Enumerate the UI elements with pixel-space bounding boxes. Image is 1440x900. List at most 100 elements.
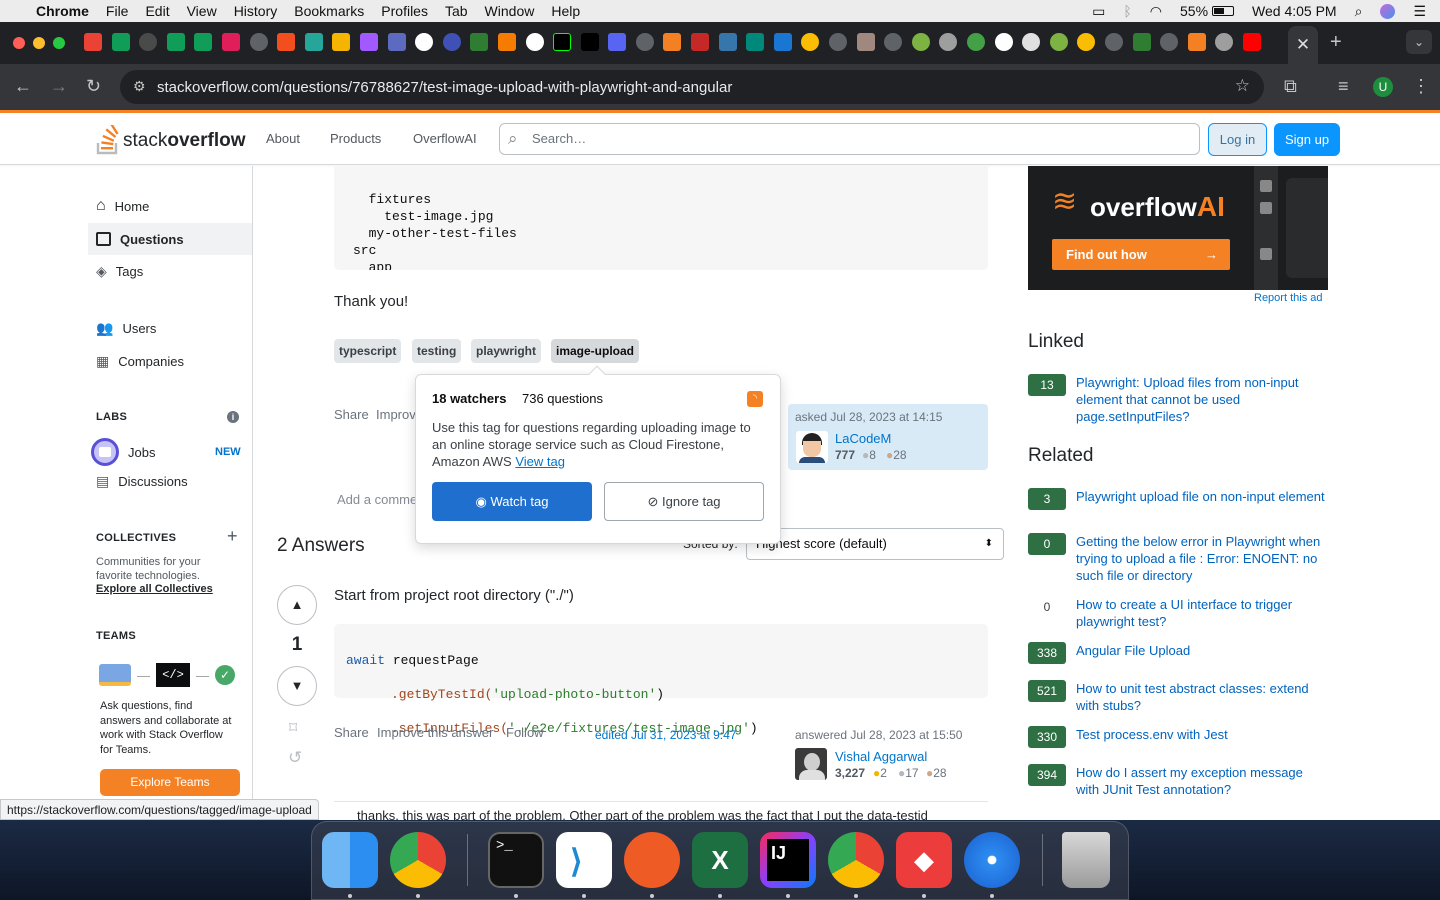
figma-tab-icon[interactable] bbox=[277, 33, 296, 51]
menu-clock[interactable]: Wed 4:05 PM bbox=[1252, 3, 1337, 19]
sidebar-item-users[interactable]: 👥 Users bbox=[96, 320, 156, 337]
web-tab-icon[interactable] bbox=[1215, 33, 1234, 51]
explore-collectives-link[interactable]: Explore all Collectives bbox=[96, 583, 213, 595]
youtube-tab-icon[interactable] bbox=[1242, 33, 1261, 51]
answer-share-link[interactable]: Share bbox=[334, 725, 369, 740]
window-zoom-button[interactable] bbox=[53, 37, 65, 49]
login-button[interactable]: Log in bbox=[1208, 123, 1267, 156]
web-tab-icon[interactable] bbox=[1022, 33, 1041, 51]
sidebar-item-questions[interactable]: Questions bbox=[88, 223, 252, 255]
web-tab-icon[interactable] bbox=[387, 33, 406, 51]
gmail-tab-icon[interactable] bbox=[84, 33, 102, 51]
web-tab-icon[interactable] bbox=[1104, 33, 1123, 51]
new-tab-icon[interactable]: + bbox=[1330, 31, 1342, 54]
tag-typescript[interactable]: typescript bbox=[334, 339, 402, 363]
stackoverflow-tab-icon[interactable] bbox=[663, 33, 682, 51]
anydesk-icon[interactable]: ◆ bbox=[896, 832, 952, 888]
web-tab-icon[interactable] bbox=[1132, 33, 1151, 51]
menu-app-name[interactable]: Chrome bbox=[36, 3, 89, 19]
overflowai-ad[interactable]: ≋ overflowAI Find out how → bbox=[1028, 166, 1328, 290]
media-controls-icon[interactable]: ≡ bbox=[1338, 76, 1349, 97]
wifi-icon[interactable]: ◠ bbox=[1150, 3, 1162, 20]
excel-icon[interactable]: X bbox=[692, 832, 748, 888]
nav-about[interactable]: About bbox=[266, 131, 300, 146]
forward-icon[interactable]: → bbox=[50, 76, 68, 97]
finder-icon[interactable] bbox=[322, 832, 378, 888]
web-tab-icon[interactable] bbox=[801, 33, 820, 51]
stackoverflow-logo[interactable]: stack overflow bbox=[96, 123, 245, 155]
web-tab-icon[interactable] bbox=[773, 33, 792, 51]
extensions-icon[interactable]: ⧉ bbox=[1284, 76, 1297, 97]
bookmark-icon[interactable]: ⌑ bbox=[289, 718, 297, 738]
chrome-menu-icon[interactable]: ⋮ bbox=[1412, 76, 1430, 97]
menu-file[interactable]: File bbox=[106, 3, 129, 19]
search-input[interactable]: ⌕ Search… bbox=[499, 123, 1200, 155]
answerer-avatar[interactable] bbox=[795, 748, 827, 780]
chrome-canary-icon[interactable] bbox=[828, 832, 884, 888]
window-minimize-button[interactable] bbox=[33, 37, 45, 49]
web-tab-icon[interactable] bbox=[856, 33, 875, 51]
related-title[interactable]: Test process.env with Jest bbox=[1076, 726, 1328, 743]
sidebar-item-companies[interactable]: ▦ Companies bbox=[96, 353, 184, 370]
web-tab-icon[interactable] bbox=[635, 33, 654, 51]
nav-products[interactable]: Products bbox=[330, 131, 381, 146]
ad-cta-button[interactable]: Find out how → bbox=[1052, 239, 1230, 270]
google-tab-icon[interactable] bbox=[415, 33, 434, 51]
postman-icon[interactable] bbox=[624, 832, 680, 888]
related-title[interactable]: How to unit test abstract classes: exten… bbox=[1076, 680, 1328, 714]
sort-select[interactable]: Highest score (default) ⬍ bbox=[746, 528, 1004, 560]
rss-feed-icon[interactable]: ◝ bbox=[747, 391, 763, 407]
related-item[interactable]: 330 Test process.env with Jest bbox=[1028, 726, 1228, 748]
web-tab-icon[interactable] bbox=[967, 33, 985, 51]
discord-tab-icon[interactable] bbox=[608, 33, 627, 51]
bluetooth-icon[interactable]: ᛒ bbox=[1123, 3, 1131, 19]
menu-bookmarks[interactable]: Bookmarks bbox=[294, 3, 364, 19]
signup-button[interactable]: Sign up bbox=[1274, 123, 1340, 156]
profile-avatar[interactable]: U bbox=[1373, 77, 1393, 97]
web-tab-icon[interactable] bbox=[884, 33, 903, 51]
battery-status[interactable]: 55% bbox=[1180, 3, 1235, 19]
sheets-tab-icon[interactable] bbox=[111, 33, 130, 51]
sidebar-item-discussions[interactable]: ▤ Discussions bbox=[96, 473, 188, 490]
reload-icon[interactable]: ↻ bbox=[86, 76, 101, 97]
menu-edit[interactable]: Edit bbox=[145, 3, 169, 19]
downvote-button[interactable]: ▼ bbox=[277, 666, 317, 706]
vscode-icon[interactable]: ⟩ bbox=[556, 832, 612, 888]
related-title[interactable]: Getting the below error in Playwright wh… bbox=[1076, 533, 1328, 584]
related-title[interactable]: How to create a UI interface to trigger … bbox=[1076, 596, 1328, 630]
web-tab-icon[interactable] bbox=[829, 33, 848, 51]
display-icon[interactable]: ▭ bbox=[1092, 3, 1105, 20]
related-title[interactable]: Angular File Upload bbox=[1076, 642, 1328, 659]
web-tab-icon[interactable] bbox=[691, 33, 710, 51]
web-tab-icon[interactable] bbox=[1049, 33, 1068, 51]
question-share-link[interactable]: Share bbox=[334, 407, 369, 422]
related-item[interactable]: 3 Playwright upload file on non-input el… bbox=[1028, 488, 1325, 510]
web-tab-icon[interactable] bbox=[470, 33, 489, 51]
tag-testing[interactable]: testing bbox=[412, 339, 462, 363]
safari-icon[interactable] bbox=[964, 832, 1020, 888]
watch-tag-button[interactable]: ◉ Watch tag bbox=[432, 482, 592, 521]
related-title[interactable]: How do I assert my exception message wit… bbox=[1076, 764, 1328, 798]
sidebar-item-tags[interactable]: ◈ Tags bbox=[96, 263, 143, 280]
nav-overflowai[interactable]: OverflowAI bbox=[413, 131, 477, 146]
related-item[interactable]: 338 Angular File Upload bbox=[1028, 642, 1190, 664]
web-tab-icon[interactable] bbox=[304, 33, 323, 51]
menu-profiles[interactable]: Profiles bbox=[381, 3, 428, 19]
web-tab-icon[interactable] bbox=[746, 33, 765, 51]
info-icon[interactable]: i bbox=[227, 411, 239, 423]
window-close-button[interactable] bbox=[13, 37, 25, 49]
python-tab-icon[interactable] bbox=[718, 33, 737, 51]
control-center-icon[interactable]: ☰ bbox=[1413, 3, 1426, 20]
spotlight-search-icon[interactable]: ⌕ bbox=[1355, 3, 1363, 20]
menu-help[interactable]: Help bbox=[551, 3, 580, 19]
web-tab-icon[interactable] bbox=[1077, 33, 1096, 51]
terminal-icon[interactable]: >_ bbox=[488, 832, 544, 888]
sidebar-item-home[interactable]: ⌂ Home bbox=[96, 197, 149, 215]
sheets-tab-icon[interactable] bbox=[194, 33, 213, 51]
figma-tab-icon[interactable] bbox=[359, 33, 378, 51]
asker-name[interactable]: LaCodeM bbox=[835, 431, 891, 446]
intellij-icon[interactable]: IJ bbox=[760, 832, 816, 888]
answerer-name[interactable]: Vishal Aggarwal bbox=[835, 749, 927, 764]
web-tab-icon[interactable] bbox=[139, 33, 158, 51]
sheets-tab-icon[interactable] bbox=[166, 33, 185, 51]
